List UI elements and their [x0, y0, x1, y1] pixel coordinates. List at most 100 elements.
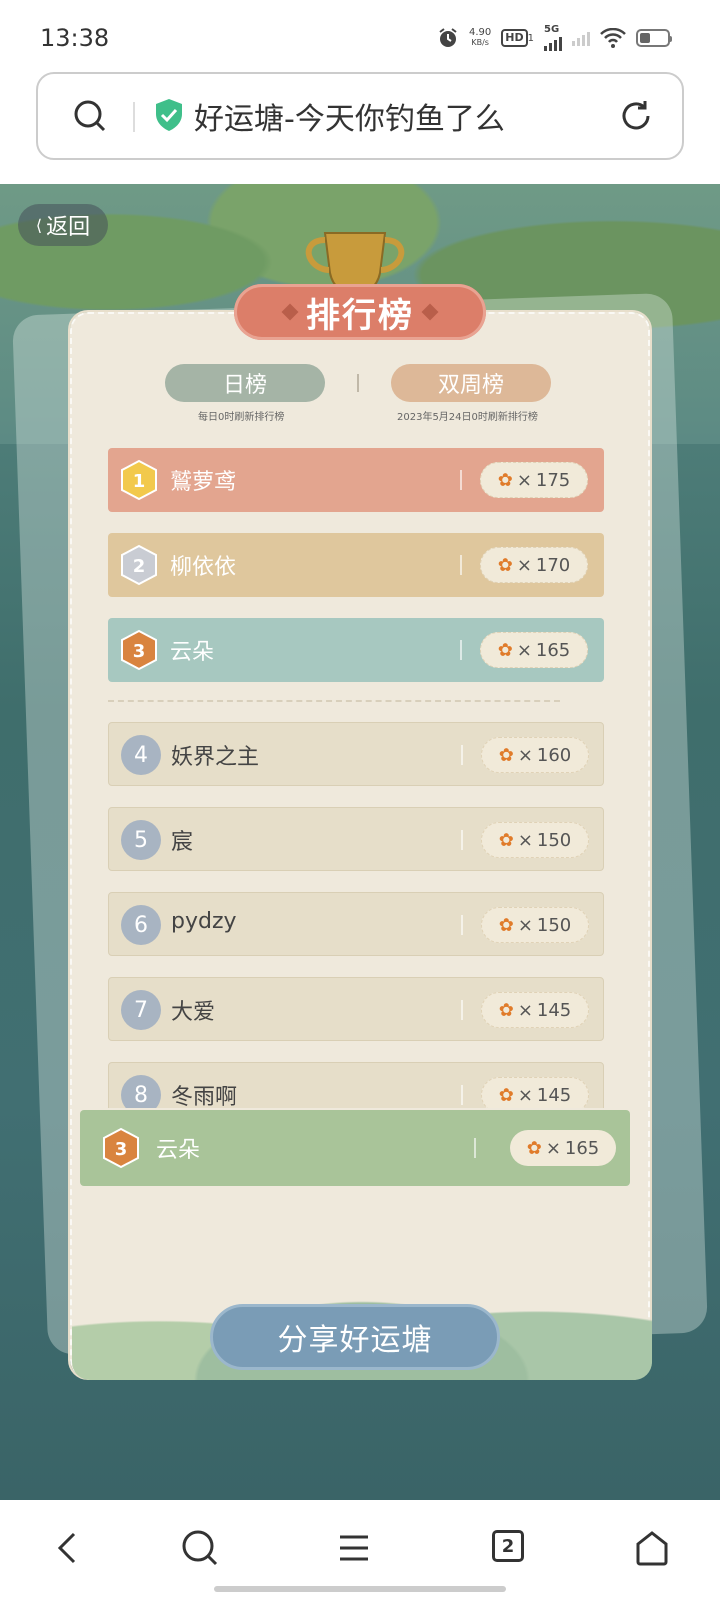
goldfish-icon: ✿: [526, 1137, 542, 1159]
rank-number: 5: [121, 820, 161, 860]
score-value: 165: [535, 639, 571, 661]
player-name: 云朵: [170, 640, 215, 665]
status-icons: 4.90 KB/s HD 1 5G: [437, 25, 672, 51]
ranking-row: 5 宸 ✿ × 150: [108, 807, 604, 871]
bronze-medal-icon: 3: [121, 629, 157, 671]
alarm-icon: [439, 28, 457, 47]
medal-rank-text: 1: [133, 471, 146, 492]
player-name: 宸: [171, 830, 194, 855]
tab-daily-subtitle: 每日0时刷新排行榜: [198, 412, 285, 423]
back-button[interactable]: ⟨ 返回: [18, 204, 108, 246]
fish-score: ✿ × 170: [480, 547, 588, 583]
goldfish-icon: ✿: [498, 829, 514, 851]
times-sign: ×: [516, 554, 532, 576]
player-name: 冬雨啊: [171, 1085, 238, 1108]
search-icon[interactable]: [72, 98, 108, 134]
medal-rank-text: 2: [133, 556, 146, 577]
ranking-row: 4 妖界之主 ✿ × 160: [108, 722, 604, 786]
rank-number: 7: [121, 990, 161, 1030]
page-title[interactable]: 好运塘-今天你钓鱼了么: [194, 94, 505, 138]
hd-label: HD: [501, 29, 528, 47]
goldfish-icon: ✿: [498, 914, 514, 936]
player-name: 大爱: [171, 1000, 216, 1025]
my-rank-row: 3 云朵 ✿ × 165: [80, 1110, 630, 1186]
hd-icon: HD 1: [501, 29, 534, 47]
fish-score: ✿ × 165: [480, 632, 588, 668]
score-value: 175: [535, 469, 571, 491]
ranking-row: 1 鷲萝鸢 ✿ × 175: [108, 448, 604, 512]
top3-divider: [108, 700, 560, 702]
diamond-ornament: [281, 303, 299, 321]
fish-score: ✿ × 145: [481, 992, 589, 1028]
ranking-row: 7 大爱 ✿ × 145: [108, 977, 604, 1041]
hd-sub: 1: [527, 33, 534, 44]
gold-medal-icon: 1: [121, 459, 157, 501]
tab-daily[interactable]: 日榜: [165, 364, 325, 402]
player-name: pydzy: [171, 909, 237, 934]
shield-check-icon: [156, 99, 182, 131]
home-indicator: [214, 1586, 506, 1592]
fish-score: ✿ × 160: [481, 737, 589, 773]
my-fish-score: ✿ × 165: [510, 1130, 616, 1166]
signal-secondary-icon: [572, 30, 590, 46]
goldfish-icon: ✿: [497, 469, 513, 491]
back-arrow-icon: ⟨: [35, 215, 43, 235]
player-name: 妖界之主: [171, 745, 260, 770]
rank-number: 6: [121, 905, 161, 945]
row-separator: [460, 470, 462, 490]
menu-icon[interactable]: [334, 1528, 374, 1568]
home-icon[interactable]: [632, 1528, 672, 1568]
score-value: 145: [536, 1084, 572, 1106]
rank-number: 4: [121, 735, 161, 775]
net-speed: 4.90 KB/s: [469, 28, 491, 48]
medal-rank-text: 3: [133, 641, 146, 662]
times-sign: ×: [517, 1084, 533, 1106]
signal-5g-icon: 5G: [544, 25, 562, 51]
tab-biweekly-subtitle: 2023年5月24日0时刷新排行榜: [397, 412, 538, 423]
score-value: 150: [536, 829, 572, 851]
leaderboard-title: 排行榜: [234, 284, 486, 340]
ranking-list[interactable]: 1 鷲萝鸢 ✿×175 2 柳依依 ✿×170 3 云朵 ✿×165: [108, 448, 604, 1108]
score-value: 160: [536, 744, 572, 766]
score-value: 150: [536, 914, 572, 936]
fish-score: ✿ × 150: [481, 822, 589, 858]
score-value: 170: [535, 554, 571, 576]
browser-nav-bar: 2: [0, 1500, 720, 1600]
row-separator: [461, 915, 463, 935]
back-icon[interactable]: [48, 1528, 88, 1568]
goldfish-icon: ✿: [498, 1084, 514, 1106]
reload-icon[interactable]: [618, 98, 654, 134]
rank-number: 8: [121, 1075, 161, 1108]
diamond-ornament: [421, 303, 439, 321]
status-time: 13:38: [40, 24, 110, 52]
times-sign: ×: [517, 999, 533, 1021]
fish-score: ✿ × 145: [481, 1077, 589, 1108]
fish-score: ✿ × 150: [481, 907, 589, 943]
game-viewport: ⟨ 返回 日榜 双周榜 每日0时刷新排行榜 2023年5月24日0时刷新排行榜 …: [0, 184, 720, 1500]
goldfish-icon: ✿: [497, 554, 513, 576]
tab-biweekly[interactable]: 双周榜: [391, 364, 551, 402]
times-sign: ×: [517, 829, 533, 851]
leaderboard-card: 日榜 双周榜 每日0时刷新排行榜 2023年5月24日0时刷新排行榜 1 鷲萝鸢…: [68, 310, 652, 1380]
address-separator: [133, 102, 135, 132]
address-bar[interactable]: 好运塘-今天你钓鱼了么: [36, 72, 684, 160]
tabs-button[interactable]: 2: [492, 1530, 524, 1562]
row-separator: [461, 1085, 463, 1105]
row-separator: [461, 745, 463, 765]
times-sign: ×: [517, 744, 533, 766]
search-icon[interactable]: [180, 1528, 220, 1568]
row-separator: [460, 555, 462, 575]
player-name: 柳依依: [170, 555, 237, 580]
goldfish-icon: ✿: [497, 639, 513, 661]
ranking-row: 6 pydzy ✿ × 150: [108, 892, 604, 956]
ranking-row: 3 云朵 ✿ × 165: [108, 618, 604, 682]
player-name: 鷲萝鸢: [170, 470, 237, 495]
score-value: 145: [536, 999, 572, 1021]
times-sign: ×: [545, 1137, 561, 1159]
tab-divider: [357, 374, 359, 392]
score-value: 165: [564, 1137, 600, 1159]
goldfish-icon: ✿: [498, 999, 514, 1021]
back-label: 返回: [46, 215, 91, 240]
share-button[interactable]: 分享好运塘: [210, 1304, 500, 1370]
goldfish-icon: ✿: [498, 744, 514, 766]
